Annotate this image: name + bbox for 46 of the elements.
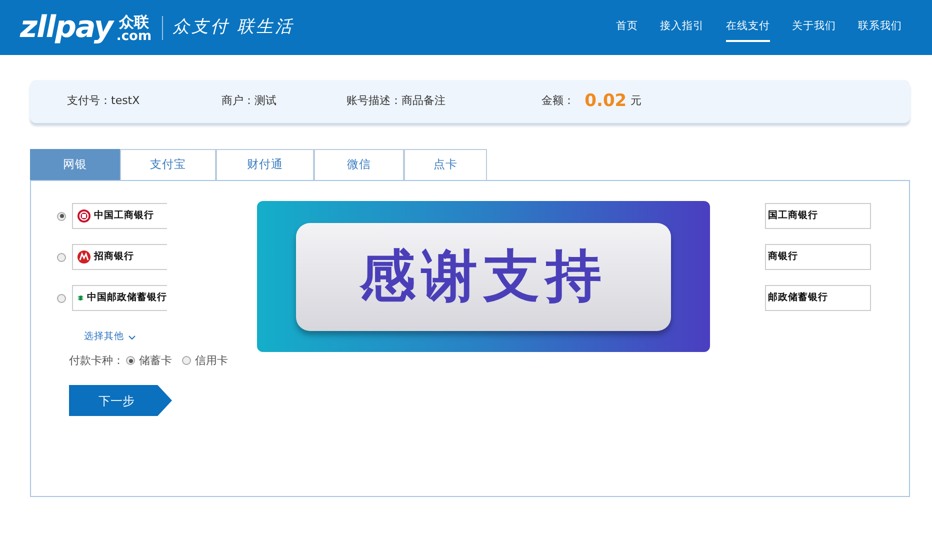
thanks-text: 感谢支持	[296, 222, 671, 330]
bank-option[interactable]: 中国邮政储蓄银行	[72, 285, 167, 311]
card-type-label: 付款卡种：	[69, 352, 124, 368]
bank-radio[interactable]	[57, 212, 66, 220]
bank-option[interactable]: 国工商银行	[765, 203, 871, 229]
nav-link-item[interactable]: 在线支付	[726, 12, 770, 42]
amount-label: 金额：	[542, 93, 575, 110]
payment-tab[interactable]: 支付宝	[120, 149, 216, 180]
bank-radio[interactable]	[57, 294, 66, 302]
chevron-down-icon	[128, 334, 136, 340]
card-type-option: 储蓄卡	[139, 352, 172, 369]
bank-name: 中国邮政储蓄银行	[87, 290, 167, 305]
bank-logo-icon	[77, 209, 91, 223]
brand-subtitle: 众联	[118, 14, 149, 30]
payment-tab[interactable]: 点卡	[404, 149, 487, 180]
bank-name: 国工商银行	[768, 208, 818, 223]
payment-tab[interactable]: 网银	[30, 149, 120, 180]
bank-option[interactable]: 招商银行	[72, 244, 167, 270]
bank-name: 邮政储蓄银行	[768, 290, 828, 305]
payment-tab[interactable]: 微信	[314, 149, 404, 180]
bank-option[interactable]: 邮政储蓄银行	[765, 285, 871, 311]
nav-link-item[interactable]: 联系我们	[858, 12, 902, 42]
next-step-button[interactable]: 下一步	[69, 385, 172, 416]
bank-name: 中国工商银行	[94, 208, 154, 223]
card-type-option: 信用卡	[195, 352, 228, 369]
amount-unit: 元	[630, 93, 642, 110]
choose-other-link[interactable]: 选择其他	[84, 330, 136, 344]
bank-logo-icon	[77, 250, 91, 264]
slogan: 众支付 联生活	[172, 16, 294, 39]
nav-link-item[interactable]: 接入指引	[660, 12, 704, 42]
bank-name: 商银行	[768, 250, 798, 264]
bank-radio[interactable]	[57, 252, 66, 262]
payment-tab[interactable]: 财付通	[216, 149, 314, 180]
info-field: 账号描述：商品备注	[346, 93, 446, 110]
card-type-radio[interactable]	[182, 356, 191, 366]
info-field: 支付号：testX	[67, 93, 140, 110]
card-type-radio[interactable]	[126, 356, 135, 366]
nav-link-item[interactable]: 首页	[616, 12, 638, 42]
info-field: 商户：测试	[222, 93, 277, 110]
bank-option[interactable]: 商银行	[765, 244, 871, 270]
amount-value: 0.02	[584, 90, 627, 113]
nav-link-item[interactable]: 关于我们	[792, 12, 836, 42]
brand-domain: .com	[116, 30, 152, 42]
bank-name: 招商银行	[94, 250, 134, 264]
brand-logo-text: zllpay	[20, 12, 112, 42]
bank-option[interactable]: 中国工商银行	[72, 203, 167, 229]
